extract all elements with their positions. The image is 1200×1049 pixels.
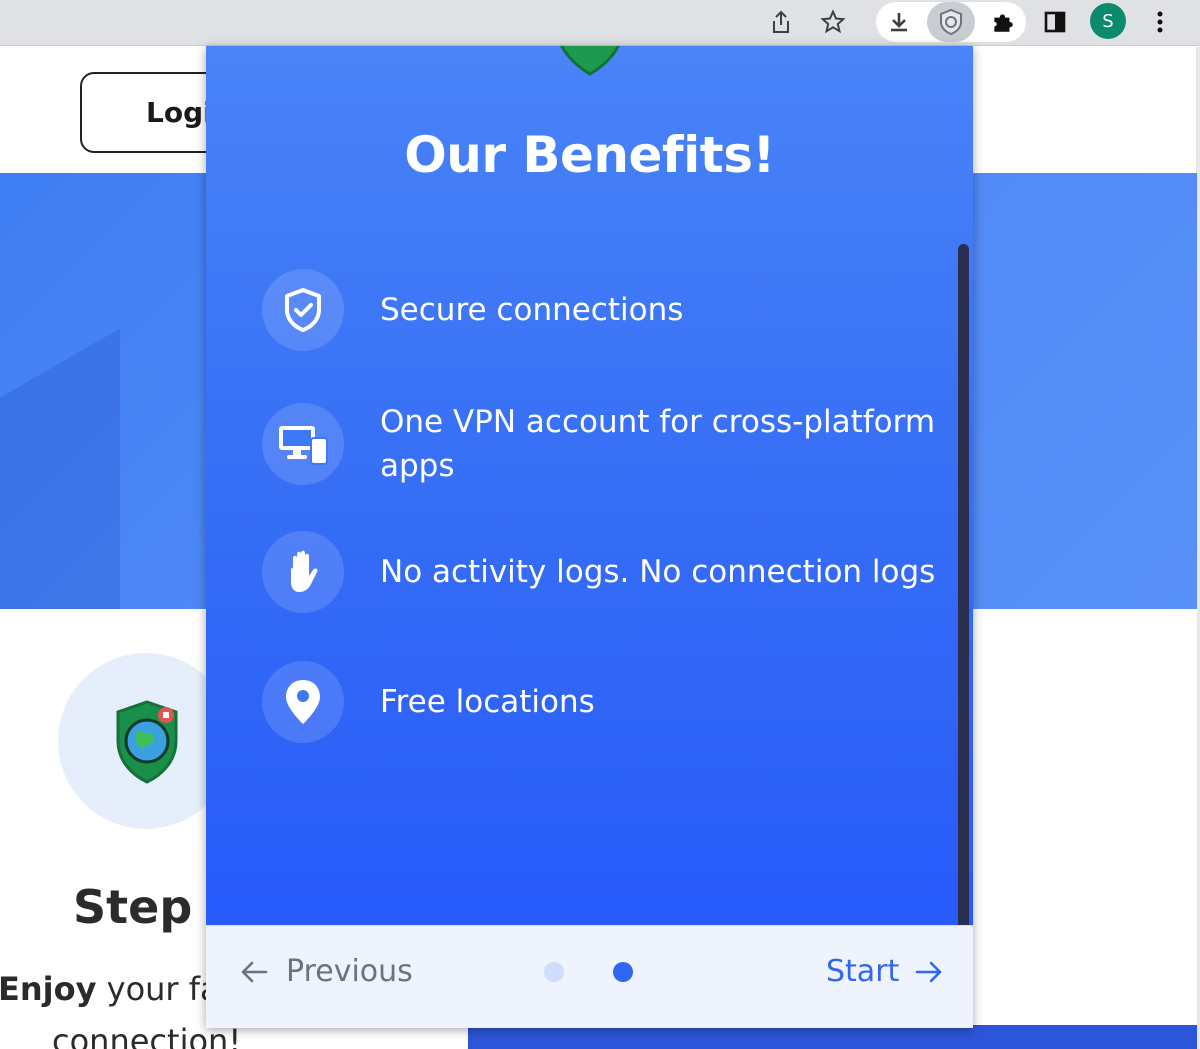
benefit-item: No activity logs. No connection logs <box>262 531 942 613</box>
previous-label: Previous <box>286 954 413 989</box>
arrow-left-icon <box>241 961 268 982</box>
benefit-label: No activity logs. No connection logs <box>380 554 936 590</box>
download-icon[interactable] <box>881 4 917 40</box>
share-icon[interactable] <box>763 4 799 40</box>
browser-toolbar: S <box>0 0 1200 46</box>
vpn-logo-icon <box>560 46 620 76</box>
location-pin-icon <box>262 661 344 743</box>
start-button[interactable]: Start <box>826 954 943 989</box>
benefit-label: Secure connections <box>380 292 684 328</box>
site-blue-section <box>468 1025 1197 1049</box>
page-dot-2-active[interactable] <box>613 962 633 982</box>
shield-check-icon <box>262 269 344 351</box>
arrow-right-icon <box>915 961 942 982</box>
menu-dots-icon[interactable] <box>1142 4 1178 40</box>
page-dot-1[interactable] <box>544 962 564 982</box>
popup-scrollbar[interactable] <box>958 244 969 1024</box>
bookmark-star-icon[interactable] <box>815 4 851 40</box>
start-label: Start <box>826 954 900 989</box>
side-panel-icon[interactable] <box>1037 4 1073 40</box>
popup-footer: Previous Start <box>206 925 973 1028</box>
benefit-label: Free locations <box>380 684 595 720</box>
vpn-shield-globe-icon <box>116 700 178 784</box>
avatar[interactable]: S <box>1090 3 1126 39</box>
previous-button[interactable]: Previous <box>240 954 413 989</box>
benefit-item: Secure connections <box>262 269 942 351</box>
benefit-label: One VPN account for cross-platform apps <box>380 404 936 484</box>
vpn-extension-icon[interactable] <box>927 2 975 42</box>
vpn-popup: Our Benefits! Secure connections One VPN… <box>206 46 973 1028</box>
hand-stop-icon <box>262 531 344 613</box>
popup-title: Our Benefits! <box>404 126 775 184</box>
benefit-item: Free locations <box>262 661 942 743</box>
devices-icon <box>262 403 344 485</box>
benefit-item: One VPN account for cross-platform apps <box>262 400 942 488</box>
extensions-puzzle-icon[interactable] <box>985 4 1021 40</box>
step-description-bold: Enjoy <box>0 970 97 1008</box>
